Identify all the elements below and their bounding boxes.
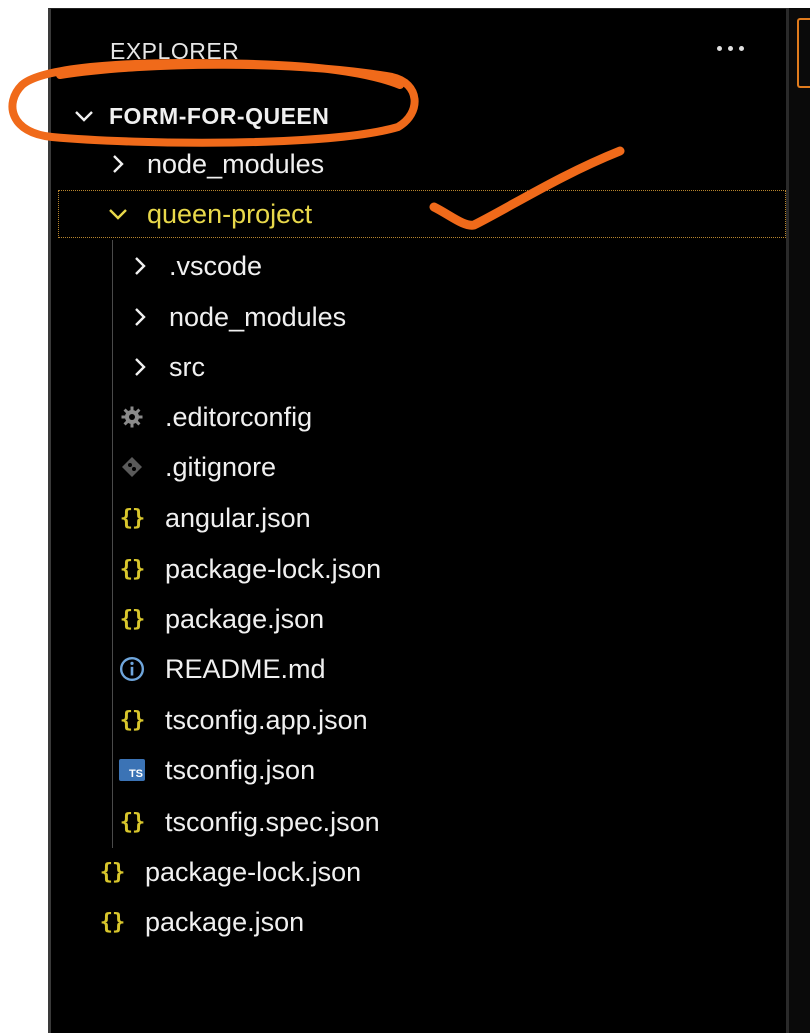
chevron-right-icon: [129, 255, 151, 277]
info-icon: [117, 654, 147, 684]
json-braces-icon: {}: [119, 707, 146, 733]
json-braces-icon: {}: [99, 859, 126, 885]
ellipsis-icon[interactable]: [710, 38, 750, 58]
tree-item-node-modules-nested[interactable]: node_modules: [51, 293, 786, 341]
tree-item-readme[interactable]: README.md: [51, 645, 786, 693]
tree-item-label: .gitignore: [165, 451, 277, 482]
chevron-right-icon: [129, 306, 151, 328]
git-icon: [117, 452, 147, 482]
tree-item-node-modules[interactable]: node_modules: [51, 140, 786, 188]
tree-root-label: FORM-FOR-QUEEN: [109, 102, 330, 129]
tree-item-src[interactable]: src: [51, 343, 786, 391]
tree-item-queen-project[interactable]: queen-project: [58, 190, 786, 238]
tree-item-label: .editorconfig: [165, 401, 313, 432]
tree-item-tsconfig-spec-json[interactable]: {} tsconfig.spec.json: [51, 798, 786, 846]
tree-item-package-lock-json-nested[interactable]: {} package-lock.json: [51, 545, 786, 593]
editor-area-edge: [789, 8, 810, 1033]
tree-item-vscode[interactable]: .vscode: [51, 242, 786, 290]
tree-item-label: tsconfig.app.json: [165, 704, 368, 735]
chevron-right-icon: [129, 356, 151, 378]
tree-item-label: node_modules: [147, 148, 325, 179]
tree-item-package-json-nested[interactable]: {} package.json: [51, 595, 786, 643]
gear-icon: [117, 402, 147, 432]
chevron-down-icon: [107, 203, 129, 225]
tree-item-label: tsconfig.spec.json: [165, 806, 380, 837]
json-braces-icon: {}: [119, 556, 146, 582]
tree-item-label: angular.json: [165, 502, 311, 533]
json-braces-icon: {}: [119, 606, 146, 632]
tree-item-label: package-lock.json: [165, 553, 382, 584]
tree-item-label: package.json: [165, 603, 325, 634]
tree-item-label: package-lock.json: [145, 856, 362, 887]
tree-item-label: tsconfig.json: [165, 754, 316, 785]
editor-tab-edge[interactable]: [797, 18, 810, 88]
json-braces-icon: {}: [99, 909, 126, 935]
tree-item-editorconfig[interactable]: .editorconfig: [51, 393, 786, 441]
tree-item-label: README.md: [165, 653, 326, 684]
tree-item-label: src: [169, 351, 205, 382]
tree-item-label: .vscode: [169, 250, 263, 281]
typescript-icon: TS: [117, 755, 147, 785]
chevron-right-icon: [107, 153, 129, 175]
json-braces-icon: {}: [119, 809, 146, 835]
tree-item-angular-json[interactable]: {} angular.json: [51, 494, 786, 542]
tree-item-package-lock-json[interactable]: {} package-lock.json: [51, 848, 786, 896]
tree-item-gitignore[interactable]: .gitignore: [51, 443, 786, 491]
chevron-down-icon: [73, 105, 95, 127]
tree-item-label: queen-project: [147, 198, 313, 229]
tree-root-folder[interactable]: FORM-FOR-QUEEN: [51, 92, 786, 140]
tree-item-tsconfig-json[interactable]: TS tsconfig.json: [51, 746, 786, 794]
json-braces-icon: {}: [119, 505, 146, 531]
tree-item-package-json[interactable]: {} package.json: [51, 898, 786, 946]
tree-item-label: node_modules: [169, 301, 347, 332]
tree-item-tsconfig-app-json[interactable]: {} tsconfig.app.json: [51, 696, 786, 744]
typescript-badge: TS: [119, 759, 145, 781]
explorer-title: EXPLORER: [110, 38, 240, 64]
tree-item-label: package.json: [145, 906, 305, 937]
